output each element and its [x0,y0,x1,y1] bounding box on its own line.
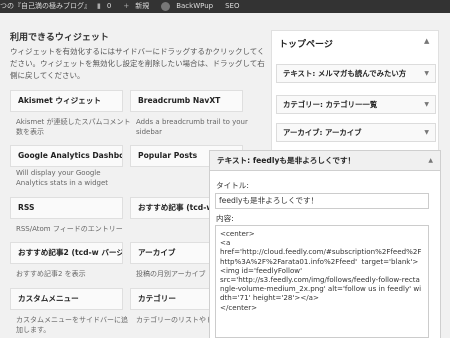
widget-breadcrumb-navxt-desc: Adds a breadcrumb trail to your sidebar [136,118,248,136]
triangle-down-icon[interactable]: ▼ [424,65,429,82]
admin-bar: つの『自己満の極みブログ』 ▮ 0 + 新規 BackWPup SEO [0,0,450,13]
backwpup-link[interactable]: BackWPup [161,0,219,13]
available-widgets-description: ウィジェットを有効化するにはサイドバーにドラッグするかクリックしてください。ウィ… [10,47,265,80]
sidebar-area-title: トップページ [279,40,333,50]
comments-link[interactable]: ▮ 0 [97,0,117,13]
widget-recommended-posts-2[interactable]: おすすめ記事2 (tcd-w バージ… [10,242,123,264]
widget-akismet[interactable]: Akismet ウィジェット [10,90,123,112]
widget-recommended-posts-2-desc: おすすめ記事2 を表示 [16,270,86,278]
triangle-up-icon[interactable]: ▲ [424,37,429,45]
widget-custom-menu[interactable]: カスタムメニュー [10,288,123,310]
sidebar-widget-label: カテゴリー: カテゴリー一覧 [283,100,378,109]
triangle-down-icon[interactable]: ▼ [424,96,429,113]
backwpup-icon [161,2,171,11]
widget-google-analytics-dashboard[interactable]: Google Analytics Dashboard [10,145,123,167]
sidebar-widget-archives[interactable]: アーカイブ: アーカイブ ▼ [276,123,436,142]
new-content-link[interactable]: + 新規 [123,0,155,13]
content-label: 内容: [216,214,234,223]
new-label: 新規 [135,2,150,10]
widget-rss[interactable]: RSS [10,197,123,219]
title-label: タイトル: [216,181,249,190]
widget-custom-menu-desc: カスタムメニューをサイドバーに追加します。 [16,316,128,334]
comments-count: 0 [106,2,112,10]
triangle-up-icon[interactable]: ▲ [428,151,433,170]
comment-icon: ▮ [97,2,101,10]
backwpup-label: BackWPup [176,2,214,10]
widget-google-analytics-desc: Will display your Google Analytics stats… [16,169,109,187]
sidebar-widget-label: アーカイブ: アーカイブ [283,128,362,137]
seo-link[interactable]: SEO [225,0,239,13]
content-textarea[interactable]: <center> <a href='http://cloud.feedly.co… [215,225,429,338]
triangle-down-icon[interactable]: ▼ [424,124,429,141]
expanded-widget-title: テキスト: feedlyも是非よろしくです！ [217,156,356,165]
sidebar-widget-categories[interactable]: カテゴリー: カテゴリー一覧 ▼ [276,95,436,114]
expanded-widget-header[interactable]: テキスト: feedlyも是非よろしくです！ ▲ [209,150,441,171]
sidebar-widget-label: テキスト: メルマガも読んでみたい方 [283,69,407,78]
sidebar-widget-mailmag[interactable]: テキスト: メルマガも読んでみたい方 ▼ [276,64,436,83]
widget-akismet-desc: Akismet が連続したスパムコメント数を表示 [16,118,131,136]
plus-icon: + [123,2,130,10]
site-name-link[interactable]: つの『自己満の極みブログ』 [0,0,91,13]
widget-breadcrumb-navxt[interactable]: Breadcrumb NavXT [130,90,243,112]
title-input[interactable]: feedlyも是非よろしくです！ [215,193,429,209]
widget-rss-desc: RSS/Atom フィードのエントリー [16,225,123,233]
available-widgets-title: 利用できるウィジェット [10,33,109,43]
